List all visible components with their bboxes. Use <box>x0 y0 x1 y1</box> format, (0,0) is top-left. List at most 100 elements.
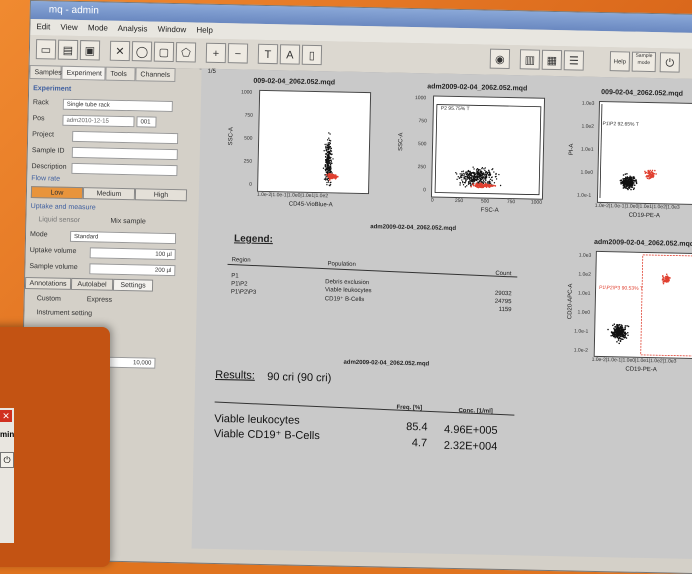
grid-icon[interactable]: ▦ <box>542 50 562 70</box>
plot4-ytick-1: 1.0e2 <box>578 272 591 278</box>
text-icon[interactable]: T <box>258 44 278 64</box>
gate-icon[interactable]: ◉ <box>490 49 510 69</box>
results-heading: Results: <box>215 369 255 382</box>
results-row1-conc: 4.96E+005 <box>444 424 498 437</box>
close-icon[interactable]: ✕ <box>0 410 12 422</box>
save-icon[interactable]: ▣ <box>80 40 100 60</box>
sample-id-field[interactable] <box>72 147 178 160</box>
power-icon[interactable]: ⏻ <box>0 452 14 468</box>
event-dot <box>326 144 327 145</box>
event-dot <box>463 184 464 185</box>
event-dot <box>332 158 333 159</box>
project-label: Project <box>32 129 54 141</box>
sample-id-label: Sample ID <box>32 145 65 158</box>
event-dot <box>484 181 485 182</box>
menu-view[interactable]: View <box>60 23 77 32</box>
plot2-xtick-0: 0 <box>431 197 434 203</box>
plot4-xlabel: CD19-PE-A <box>625 367 656 374</box>
uptake-field[interactable]: 100 µl <box>90 247 176 260</box>
monitor-screen: mq - admin Edit View Mode Analysis Windo… <box>19 0 692 555</box>
plot1-ytick-4: 0 <box>249 182 252 188</box>
event-dot <box>628 326 630 328</box>
new-icon[interactable]: ▭ <box>36 39 56 59</box>
menu-help[interactable]: Help <box>196 25 213 34</box>
exit-icon[interactable]: ⏻ <box>660 52 680 72</box>
flow-high[interactable]: High <box>135 188 187 201</box>
project-field[interactable] <box>72 131 178 144</box>
results-row2-freq: 4.7 <box>412 437 428 449</box>
menu-window[interactable]: Window <box>158 25 187 35</box>
count-field[interactable]: 10,000 <box>103 357 155 369</box>
lower-tabs: Annotations Autolabel Settings <box>29 277 189 292</box>
event-dot <box>472 166 473 167</box>
event-dot <box>461 171 462 172</box>
plot2-ytick-2: 500 <box>418 141 426 147</box>
event-dot <box>496 178 497 179</box>
flow-low[interactable]: Low <box>31 186 83 199</box>
legend-row1-population: Debris exclusion <box>325 279 369 286</box>
event-dot <box>634 184 636 186</box>
plot2-xtick-2: 500 <box>481 198 489 204</box>
results-row1-label: Viable leukocytes <box>214 413 300 427</box>
tab-experiment[interactable]: Experiment <box>61 66 105 81</box>
rack-select[interactable]: Single tube rack <box>63 99 173 112</box>
event-dot <box>624 327 626 329</box>
tab-tools[interactable]: Tools <box>105 67 135 82</box>
page-number: 1/5 <box>207 69 215 75</box>
event-dot <box>323 168 324 169</box>
radio-express[interactable]: Express <box>87 294 113 307</box>
rectangle-icon[interactable]: ▢ <box>154 42 174 62</box>
plot3-ytick-0: 1.0e3 <box>582 101 595 107</box>
legend-col-region: Region <box>232 257 251 263</box>
plot1-scatter <box>258 91 370 193</box>
tab-autolabel[interactable]: Autolabel <box>71 278 113 291</box>
polygon-icon[interactable]: ⬠ <box>176 42 196 62</box>
plot4-gate <box>641 255 692 356</box>
plot2-ytick-3: 250 <box>418 164 426 170</box>
sample-name-field[interactable]: adm2010-12-15 <box>62 115 134 128</box>
plus-icon[interactable]: + <box>206 43 226 63</box>
mix-sample-checkbox[interactable]: Mix sample <box>110 216 146 229</box>
description-field[interactable] <box>71 163 177 176</box>
event-dot <box>630 189 632 191</box>
flow-rate-label: Flow rate <box>31 173 60 186</box>
tab-channels[interactable]: Channels <box>135 67 175 82</box>
cut-icon[interactable]: ✕ <box>110 41 130 61</box>
plot3-scatter <box>598 102 692 204</box>
results-row2-label: Viable CD19⁺ B-Cells <box>214 427 320 442</box>
event-dot <box>627 332 629 334</box>
open-icon[interactable]: ▤ <box>58 40 78 60</box>
sample-icon[interactable]: Sample mode <box>632 52 656 72</box>
list-icon[interactable]: ☰ <box>564 50 584 70</box>
mode-select[interactable]: Standard <box>70 231 176 244</box>
plot4-gate-label: P1\P2\P3 90.53% T <box>599 285 643 292</box>
page-icon[interactable]: ▯ <box>302 45 322 65</box>
ellipse-icon[interactable]: ◯ <box>132 41 152 61</box>
sample-volume-field[interactable]: 200 µl <box>89 263 175 276</box>
lock-icon[interactable]: ▥ <box>520 49 540 69</box>
flow-rate-toggle: Low Medium High <box>31 186 191 201</box>
plot1-ytick-3: 250 <box>244 159 252 165</box>
legend-row2-population: Viable leukocytes <box>325 287 372 294</box>
flow-medium[interactable]: Medium <box>83 187 135 200</box>
liquid-sensor[interactable]: Liquid sensor <box>38 214 80 227</box>
help-icon[interactable]: Help <box>610 51 630 71</box>
event-dot <box>459 173 460 174</box>
plot3-ytick-4: 1.0e-1 <box>577 192 591 198</box>
plot3-gate-label: P1\P2 92.65% T <box>602 121 638 128</box>
minus-icon[interactable]: − <box>228 43 248 63</box>
font-icon[interactable]: A <box>280 44 300 64</box>
tab-settings[interactable]: Settings <box>113 279 153 292</box>
sample-num-field[interactable]: 001 <box>136 116 156 127</box>
event-dot <box>484 170 485 171</box>
legend-row3-count: 1159 <box>499 307 512 313</box>
legend-row1-count: 29032 <box>495 291 512 297</box>
tab-samples[interactable]: Samples <box>29 65 61 80</box>
tab-annotations[interactable]: Annotations <box>25 277 71 290</box>
menu-edit[interactable]: Edit <box>36 22 50 31</box>
event-dot <box>493 171 494 172</box>
menu-mode[interactable]: Mode <box>88 23 108 32</box>
radio-custom[interactable]: Custom <box>37 293 61 306</box>
menu-analysis[interactable]: Analysis <box>118 24 148 34</box>
event-dot <box>625 173 627 175</box>
